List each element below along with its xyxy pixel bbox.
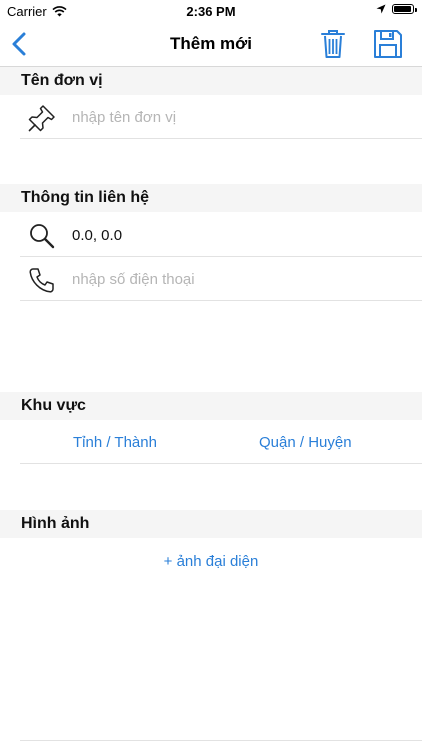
- section-header-images: Hình ảnh: [0, 510, 422, 538]
- battery-level: [394, 6, 412, 12]
- section-header-region: Khu vực: [0, 392, 422, 420]
- battery-icon: [392, 4, 417, 14]
- section-title: Tên đơn vị: [21, 72, 103, 89]
- status-bar: Carrier 2:36 PM: [0, 0, 422, 22]
- add-avatar-button[interactable]: + ảnh đại diện: [0, 553, 422, 570]
- trash-icon[interactable]: [318, 28, 348, 60]
- navigation-bar: Thêm mới: [0, 22, 422, 67]
- section-header-unit-name: Tên đơn vị: [0, 67, 422, 95]
- district-select-button[interactable]: Quận / Huyện: [259, 434, 352, 451]
- save-floppy-icon[interactable]: [372, 28, 404, 60]
- coordinates-row[interactable]: 0.0, 0.0: [0, 213, 422, 257]
- section-header-contact: Thông tin liên hệ: [0, 184, 422, 212]
- section-title: Khu vực: [21, 397, 86, 414]
- region-row: Tỉnh / Thành Quận / Huyện: [0, 420, 422, 464]
- unit-name-row[interactable]: nhập tên đơn vị: [0, 95, 422, 139]
- pushpin-icon: [28, 105, 55, 132]
- status-time: 2:36 PM: [186, 4, 236, 19]
- status-right: [376, 4, 417, 14]
- phone-icon: [29, 268, 54, 293]
- phone-input[interactable]: nhập số điện thoại: [72, 271, 195, 288]
- section-title: Hình ảnh: [21, 515, 90, 532]
- province-select-button[interactable]: Tỉnh / Thành: [73, 434, 157, 451]
- location-arrow-icon: [376, 4, 386, 14]
- search-icon: [30, 224, 55, 249]
- coordinates-value[interactable]: 0.0, 0.0: [72, 227, 122, 244]
- page-title: Thêm mới: [170, 34, 252, 53]
- divider: [20, 740, 422, 741]
- unit-name-input[interactable]: nhập tên đơn vị: [72, 109, 176, 126]
- phone-row[interactable]: nhập số điện thoại: [0, 257, 422, 301]
- section-title: Thông tin liên hệ: [21, 189, 149, 206]
